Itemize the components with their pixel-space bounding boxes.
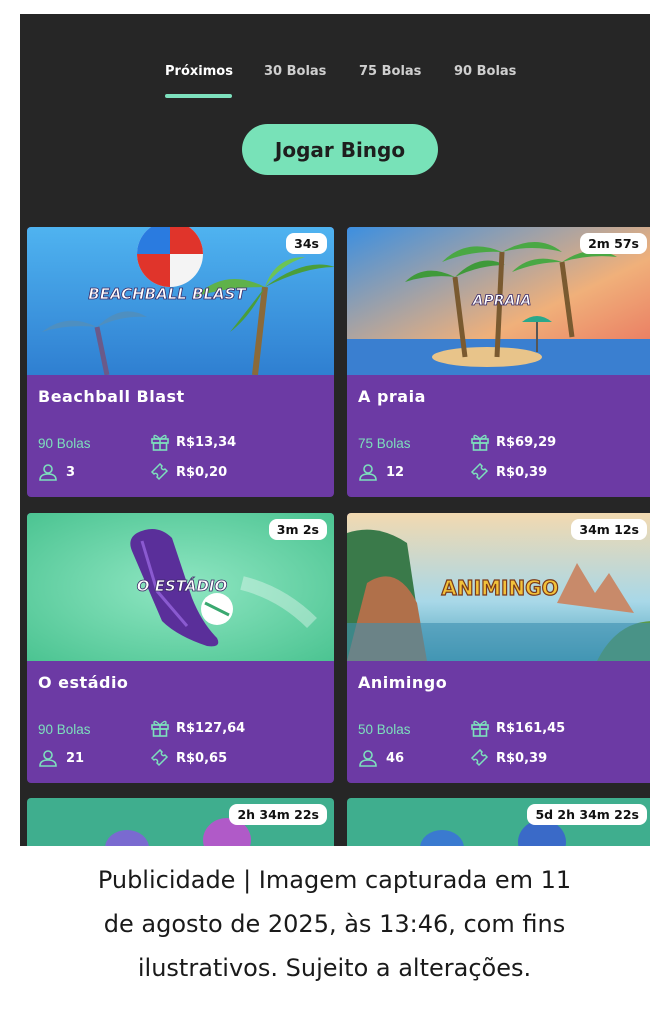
user-icon xyxy=(38,749,58,767)
gift-icon xyxy=(470,719,490,737)
caption-line: ilustrativos. Sujeito a alterações. xyxy=(137,954,532,982)
logo-a-praia: APRAIA xyxy=(472,293,532,309)
players-row: 21 xyxy=(38,749,84,767)
user-icon xyxy=(358,463,378,481)
logo-o-estadio: O ESTÁDIO xyxy=(137,576,228,595)
ticket-price: R$0,65 xyxy=(176,750,228,766)
tab-proximos[interactable]: Próximos xyxy=(165,64,233,79)
game-image-animingo: ANIMINGO 34m 12s xyxy=(347,513,650,661)
play-bingo-button[interactable]: Jogar Bingo xyxy=(242,124,438,175)
gift-icon xyxy=(150,719,170,737)
prize-value: R$69,29 xyxy=(496,434,557,450)
countdown-badge: 2h 34m 22s xyxy=(229,804,327,825)
game-title: O estádio xyxy=(38,673,129,692)
countdown-badge: 3m 2s xyxy=(268,519,327,540)
game-card-o-estadio[interactable]: O ESTÁDIO 3m 2s O estádio 90 Bolas R$127… xyxy=(27,513,334,783)
prize-row: R$127,64 xyxy=(150,719,245,737)
game-card-beachball-blast[interactable]: BEACHBALL BLAST 34s Beachball Blast 90 B… xyxy=(27,227,334,497)
user-icon xyxy=(358,749,378,767)
logo-beachball-blast: BEACHBALL BLAST xyxy=(88,285,247,303)
players-count: 3 xyxy=(66,464,76,480)
countdown-badge: 34s xyxy=(286,233,327,254)
players-row: 46 xyxy=(358,749,404,767)
prize-value: R$13,34 xyxy=(176,434,237,450)
ball-count: 75 Bolas xyxy=(358,436,411,451)
tab-30-bolas[interactable]: 30 Bolas xyxy=(264,64,326,79)
ticket-price-row: R$0,65 xyxy=(150,749,227,767)
players-row: 3 xyxy=(38,463,75,481)
game-card-animingo[interactable]: ANIMINGO 34m 12s Animingo 50 Bolas R$161… xyxy=(347,513,650,783)
players-row: 12 xyxy=(358,463,404,481)
players-count: 12 xyxy=(386,464,405,480)
tab-75-bolas[interactable]: 75 Bolas xyxy=(359,64,421,79)
active-tab-indicator xyxy=(165,94,232,98)
ticket-price: R$0,39 xyxy=(496,464,548,480)
app-screen: Próximos 30 Bolas 75 Bolas 90 Bolas Joga… xyxy=(20,14,650,846)
players-count: 46 xyxy=(386,750,405,766)
ball-count: 50 Bolas xyxy=(358,722,411,737)
prize-row: R$69,29 xyxy=(470,433,556,451)
countdown-badge: 2m 57s xyxy=(580,233,647,254)
ticket-icon xyxy=(150,749,170,767)
ball-count: 90 Bolas xyxy=(38,722,91,737)
prize-row: R$161,45 xyxy=(470,719,565,737)
ticket-price-row: R$0,20 xyxy=(150,463,227,481)
game-card-a-praia[interactable]: APRAIA 2m 57s A praia 75 Bolas R$69,29 1… xyxy=(347,227,650,497)
game-title: A praia xyxy=(358,387,426,406)
game-title: Animingo xyxy=(358,673,448,692)
ticket-icon xyxy=(470,463,490,481)
game-image-beachball-blast: BEACHBALL BLAST 34s xyxy=(27,227,334,375)
ticket-icon xyxy=(470,749,490,767)
tab-90-bolas[interactable]: 90 Bolas xyxy=(454,64,516,79)
caption-line: de agosto de 2025, às 13:46, com fins xyxy=(103,910,566,938)
prize-row: R$13,34 xyxy=(150,433,236,451)
user-icon xyxy=(38,463,58,481)
countdown-badge: 34m 12s xyxy=(571,519,647,540)
prize-value: R$161,45 xyxy=(496,720,566,736)
gift-icon xyxy=(150,433,170,451)
ticket-icon xyxy=(150,463,170,481)
logo-animingo: ANIMINGO xyxy=(441,576,558,600)
ticket-price: R$0,39 xyxy=(496,750,548,766)
caption-line: Publicidade | Imagem capturada em 11 xyxy=(97,866,572,894)
game-title: Beachball Blast xyxy=(38,387,185,406)
gift-icon xyxy=(470,433,490,451)
advertising-disclaimer: Publicidade | Imagem capturada em 11 de … xyxy=(0,858,669,990)
ball-count: 90 Bolas xyxy=(38,436,91,451)
ticket-price-row: R$0,39 xyxy=(470,463,547,481)
ticket-price: R$0,20 xyxy=(176,464,228,480)
game-card-partial-right[interactable]: 5d 2h 34m 22s xyxy=(347,798,650,846)
game-card-partial-left[interactable]: 2h 34m 22s xyxy=(27,798,334,846)
game-image-o-estadio: O ESTÁDIO 3m 2s xyxy=(27,513,334,661)
countdown-badge: 5d 2h 34m 22s xyxy=(527,804,647,825)
game-image-a-praia: APRAIA 2m 57s xyxy=(347,227,650,375)
ticket-price-row: R$0,39 xyxy=(470,749,547,767)
tab-bar: Próximos 30 Bolas 75 Bolas 90 Bolas xyxy=(20,64,650,114)
players-count: 21 xyxy=(66,750,85,766)
prize-value: R$127,64 xyxy=(176,720,246,736)
